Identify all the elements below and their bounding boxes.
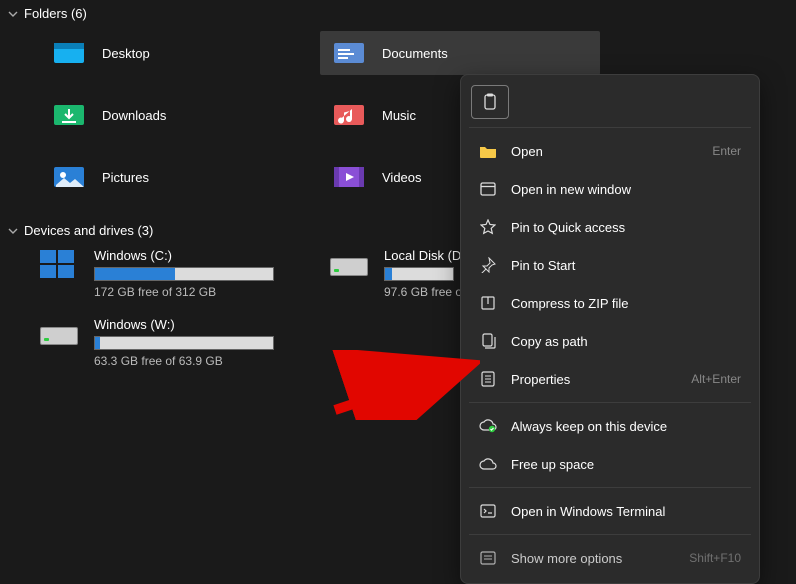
drive-usage-bar xyxy=(94,267,274,281)
ctx-label: Pin to Start xyxy=(511,258,741,273)
folder-downloads[interactable]: Downloads xyxy=(40,93,320,137)
separator xyxy=(469,534,751,535)
desktop-icon xyxy=(52,39,86,67)
ctx-open-new-window[interactable]: Open in new window xyxy=(467,170,753,208)
ctx-properties[interactable]: Properties Alt+Enter xyxy=(467,360,753,398)
separator xyxy=(469,127,751,128)
ctx-label: Open xyxy=(511,144,698,159)
more-icon xyxy=(479,549,497,567)
videos-icon xyxy=(332,163,366,191)
windows-drive-icon xyxy=(40,250,78,278)
ctx-shortcut: Shift+F10 xyxy=(689,551,741,565)
ctx-label: Open in new window xyxy=(511,182,741,197)
documents-icon xyxy=(332,39,366,67)
folder-label: Music xyxy=(382,108,416,123)
ctx-shortcut: Enter xyxy=(712,144,741,158)
music-icon xyxy=(332,101,366,129)
folder-label: Videos xyxy=(382,170,422,185)
ctx-free-up-space[interactable]: Free up space xyxy=(467,445,753,483)
folders-title: Folders (6) xyxy=(24,6,87,21)
drive-label: Windows (C:) xyxy=(94,248,274,263)
folder-open-icon xyxy=(479,142,497,160)
disk-drive-icon xyxy=(330,250,368,278)
folders-header[interactable]: Folders (6) xyxy=(0,0,796,27)
downloads-icon xyxy=(52,101,86,129)
ctx-open-terminal[interactable]: Open in Windows Terminal xyxy=(467,492,753,530)
folder-desktop[interactable]: Desktop xyxy=(40,31,320,75)
folder-label: Pictures xyxy=(102,170,149,185)
drive-usage-bar xyxy=(94,336,274,350)
ctx-open[interactable]: Open Enter xyxy=(467,132,753,170)
drives-title: Devices and drives (3) xyxy=(24,223,153,238)
drive-usage-bar xyxy=(384,267,454,281)
drive-free-text: 172 GB free of 312 GB xyxy=(94,285,274,299)
ctx-compress-zip[interactable]: Compress to ZIP file xyxy=(467,284,753,322)
ctx-always-keep[interactable]: Always keep on this device xyxy=(467,407,753,445)
folder-label: Documents xyxy=(382,46,448,61)
folder-label: Downloads xyxy=(102,108,166,123)
chevron-down-icon xyxy=(8,226,18,236)
drive-free-text: 63.3 GB free of 63.9 GB xyxy=(94,354,274,368)
ctx-label: Pin to Quick access xyxy=(511,220,741,235)
ctx-shortcut: Alt+Enter xyxy=(691,372,741,386)
pictures-icon xyxy=(52,163,86,191)
ctx-label: Show more options xyxy=(511,551,675,566)
zip-icon xyxy=(479,294,497,312)
window-icon xyxy=(479,180,497,198)
paste-button[interactable] xyxy=(471,85,509,119)
ctx-label: Open in Windows Terminal xyxy=(511,504,741,519)
terminal-icon xyxy=(479,502,497,520)
ctx-label: Compress to ZIP file xyxy=(511,296,741,311)
context-menu: Open Enter Open in new window Pin to Qui… xyxy=(460,74,760,584)
drive-w[interactable]: Windows (W:) 63.3 GB free of 63.9 GB xyxy=(40,317,320,368)
ctx-label: Properties xyxy=(511,372,677,387)
star-icon xyxy=(479,218,497,236)
clipboard-icon xyxy=(481,93,499,111)
cloud-icon xyxy=(479,455,497,473)
folder-pictures[interactable]: Pictures xyxy=(40,155,320,199)
copy-path-icon xyxy=(479,332,497,350)
cloud-check-icon xyxy=(479,417,497,435)
ctx-pin-quick-access[interactable]: Pin to Quick access xyxy=(467,208,753,246)
folder-documents[interactable]: Documents xyxy=(320,31,600,75)
ctx-show-more-options[interactable]: Show more options Shift+F10 xyxy=(467,539,753,577)
chevron-down-icon xyxy=(8,9,18,19)
disk-drive-icon xyxy=(40,319,78,347)
drive-label: Windows (W:) xyxy=(94,317,274,332)
pin-icon xyxy=(479,256,497,274)
separator xyxy=(469,402,751,403)
ctx-label: Copy as path xyxy=(511,334,741,349)
ctx-copy-as-path[interactable]: Copy as path xyxy=(467,322,753,360)
ctx-label: Always keep on this device xyxy=(511,419,741,434)
separator xyxy=(469,487,751,488)
ctx-pin-start[interactable]: Pin to Start xyxy=(467,246,753,284)
drive-c[interactable]: Windows (C:) 172 GB free of 312 GB xyxy=(40,248,320,299)
properties-icon xyxy=(479,370,497,388)
folder-label: Desktop xyxy=(102,46,150,61)
ctx-label: Free up space xyxy=(511,457,741,472)
context-menu-toolbar xyxy=(467,81,753,123)
